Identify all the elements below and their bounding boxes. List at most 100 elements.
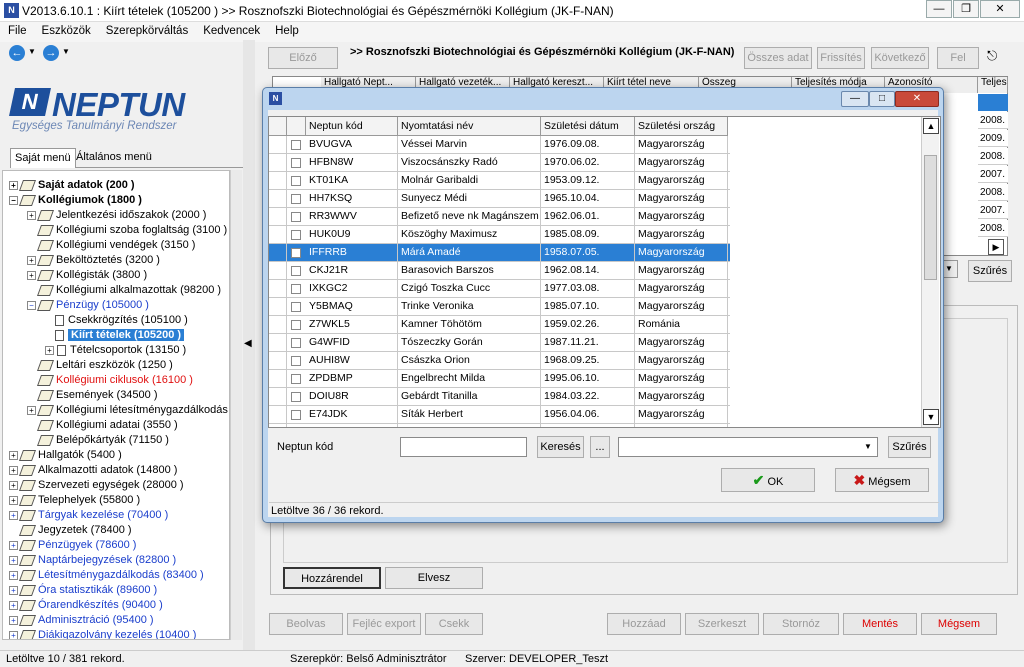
collapse-arrow-icon[interactable]: ◀ [244,338,252,349]
pin-icon[interactable]: ⎋ [987,48,997,64]
tree-item[interactable]: Kollégiumi vendégek (3150 ) [36,238,195,253]
tree-item-selected[interactable]: Kiírt tételek (105200 ) [55,328,185,343]
student-row[interactable]: AUHI8W Császka Orion 1968.09.25. Magyarorsz… [269,352,730,370]
back-icon[interactable]: ← [9,45,25,61]
close-icon[interactable]: ✕ [980,0,1020,18]
student-row[interactable]: RQPWVHBittir Iréneusz1994.06.15.Magyaror… [269,424,730,427]
next-button[interactable]: Következő [871,47,929,69]
tree-item[interactable]: Kollégiumi ciklusok (16100 ) [36,373,193,388]
student-row[interactable]: DOIU8R Gebárdt Titanilla 1984.03.22. Magyar… [269,388,730,406]
dialog-minimize-icon[interactable]: — [841,91,869,107]
student-row[interactable]: E74JDK Síták Herbert 1956.04.06. Magyarorsz… [269,406,730,424]
scroll-down-icon[interactable]: ▼ [923,409,939,425]
row-checkbox[interactable] [291,230,301,240]
tree-item[interactable]: − Kollégiumok (1800 ) [9,193,142,208]
tree-item[interactable]: Kollégiumi adatai (3550 ) [36,418,178,433]
tree-item[interactable]: + Órarendkészítés (90400 ) [9,598,163,613]
tree-item[interactable]: Kollégiumi szoba foglaltság (3100 ) [36,223,227,238]
tree-item[interactable]: + Tételcsoportok (13150 ) [45,343,186,358]
back-dropdown-icon[interactable]: ▼ [28,47,36,56]
assign-button[interactable]: Hozzárendel [283,567,381,589]
tree-item[interactable]: + Hallgatók (5400 ) [9,448,122,463]
search-button[interactable]: Keresés [537,436,584,458]
menu-eszkozok[interactable]: Eszközök [34,22,98,37]
browse-button[interactable]: ... [590,436,610,458]
minimize-icon[interactable]: — [926,0,952,18]
forward-icon[interactable]: → [43,45,59,61]
row-checkbox[interactable] [291,212,301,222]
scroll-up-icon[interactable]: ▲ [923,118,939,134]
student-row[interactable]: ZPDBMP Engelbrecht Milda 1995.06.10. Magyar… [269,370,730,388]
grid-header-check[interactable] [287,117,306,136]
tree-item[interactable]: Jegyzetek (78400 ) [18,523,132,538]
menu-help[interactable]: Help [267,22,306,37]
dialog-restore-icon[interactable]: □ [869,91,895,107]
tree-item[interactable]: + Alkalmazotti adatok (14800 ) [9,463,177,478]
add-button[interactable]: Hozzáad [607,613,681,635]
row-checkbox[interactable] [291,266,301,276]
tab-altalanos-menu[interactable]: Általános menü [72,148,156,168]
row-checkbox[interactable] [291,374,301,384]
tree-item[interactable]: Kollégiumi alkalmazottak (98200 ) [36,283,221,298]
tree-item[interactable]: + Kollégisták (3800 ) [27,268,147,283]
student-row[interactable]: Y5BMAQ Trinke Veronika 1985.07.10. Magyaror… [269,298,730,316]
tree-item[interactable]: + Telephelyek (55800 ) [9,493,140,508]
student-row[interactable]: G4WFID Tószeczky Gorán 1987.11.21. Magyaror… [269,334,730,352]
row-checkbox[interactable] [291,248,301,258]
student-row[interactable]: KT01KA Molnár Garibaldi 1953.09.12. Magyaro… [269,172,730,190]
row-checkbox[interactable] [291,194,301,204]
cheque-button[interactable]: Csekk [425,613,483,635]
tree-scrollbar[interactable] [230,170,242,640]
row-checkbox[interactable] [291,176,301,186]
student-row[interactable]: HUK0U9 Köszöghy Maximusz 1985.08.09. Magyar… [269,226,730,244]
tree-item[interactable]: + Kollégiumi létesítménygazdálkodás (4 [27,403,229,418]
scroll-thumb[interactable] [924,155,937,280]
neptun-code-input[interactable] [400,437,527,457]
tree-item[interactable]: − Pénzügy (105000 ) [27,298,149,313]
tree-item[interactable]: + Pénzügyek (78600 ) [9,538,136,553]
student-row[interactable]: Z7WKL5 Kamner Töhötöm 1959.02.26. Románia [269,316,730,334]
tree-item[interactable]: + Szervezeti egységek (28000 ) [9,478,184,493]
splitter[interactable]: ◀ [243,40,255,652]
save-button[interactable]: Mentés [843,613,917,635]
filter-select[interactable]: ▼ [618,437,878,457]
prev-button[interactable]: Előző [268,47,338,69]
edit-button[interactable]: Szerkeszt [685,613,759,635]
row-checkbox[interactable] [291,410,301,420]
import-button[interactable]: Beolvas [269,613,343,635]
tree-item[interactable]: + Létesítménygazdálkodás (83400 ) [9,568,204,583]
row-checkbox[interactable] [291,284,301,294]
menu-szerepkorvaltas[interactable]: Szerepkörváltás [98,22,195,37]
row-checkbox[interactable] [291,140,301,150]
tree-item[interactable]: + Naptárbejegyzések (82800 ) [9,553,176,568]
up-button[interactable]: Fel [937,47,979,69]
filter-dropdown-icon[interactable]: ▼ [861,440,875,454]
bg-selected-row[interactable] [978,94,1008,111]
tree-item[interactable]: Események (34500 ) [36,388,158,403]
tree-item[interactable]: + Tárgyak kezelése (70400 ) [9,508,168,523]
remove-button[interactable]: Elvesz [385,567,483,589]
row-checkbox[interactable] [291,302,301,312]
student-row[interactable]: CKJ21R Barasovich Barszos 1962.08.14. Magya… [269,262,730,280]
col-header-name[interactable]: Nyomtatási név [398,117,541,136]
col-header-birthdate[interactable]: Születési dátum [541,117,635,136]
forward-dropdown-icon[interactable]: ▼ [62,47,70,56]
tree-item[interactable]: + Diákigazolvány kezelés (10400 ) [9,628,196,639]
dialog-cancel-button[interactable]: ✖ Mégsem [835,468,929,492]
student-row[interactable]: HH7KSQ Sunyecz Médi 1965.10.04. Magyarorszá… [269,190,730,208]
header-export-button[interactable]: Fejléc export [347,613,421,635]
tree-item[interactable]: + Óra statisztikák (89600 ) [9,583,157,598]
storno-button[interactable]: Stornóz [763,613,839,635]
menu-kedvencek[interactable]: Kedvencek [195,22,267,37]
tree-item[interactable]: Csekkrögzítés (105100 ) [55,313,188,328]
row-checkbox[interactable] [291,320,301,330]
student-row[interactable]: RR3WWV Befizető neve nk Magánszem j 1962.0… [269,208,730,226]
student-row[interactable]: HFBN8W Viszocsánszky Radó 1970.06.02. Magya… [269,154,730,172]
dialog-filter-button[interactable]: Szűrés [888,436,931,458]
total-data-button[interactable]: Összes adat [744,47,812,69]
menu-file[interactable]: File [0,22,34,37]
tree-item[interactable]: + Jelentkezési időszakok (2000 ) [27,208,206,223]
row-checkbox[interactable] [291,392,301,402]
restore-icon[interactable]: ❐ [953,0,979,18]
cancel-button[interactable]: Mégsem [921,613,997,635]
